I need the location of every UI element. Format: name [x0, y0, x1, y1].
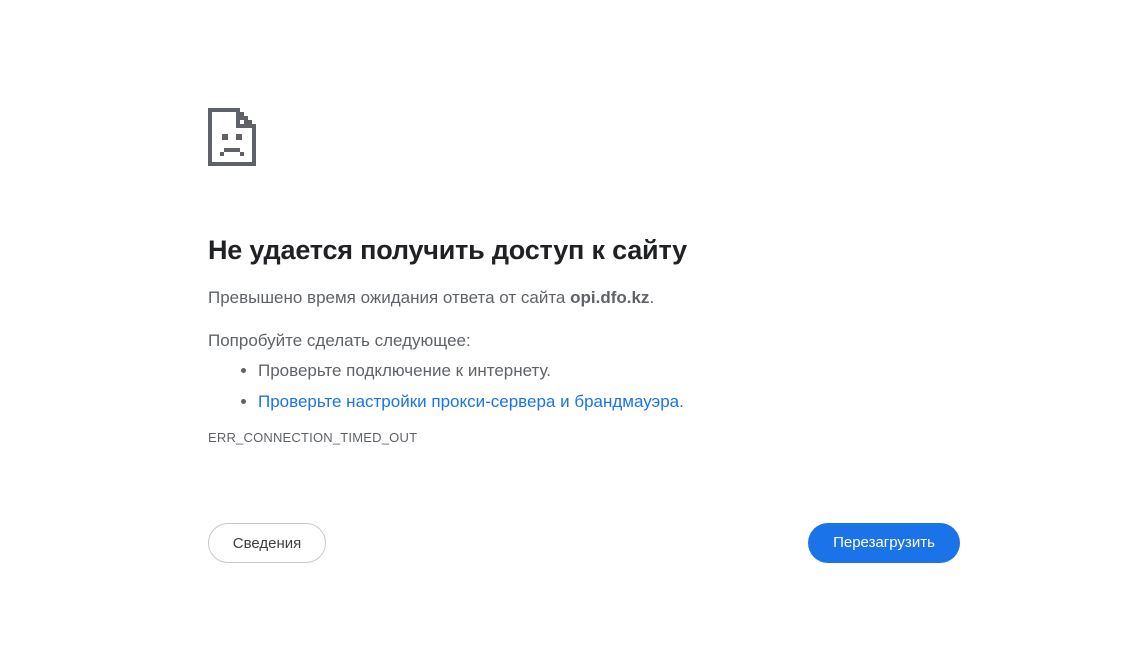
sad-page-icon [208, 108, 256, 166]
error-title: Не удается получить доступ к сайту [208, 235, 687, 265]
button-row: Сведения Перезагрузить [208, 523, 960, 567]
host-name: opi.dfo.kz [570, 288, 650, 307]
suggestions-list: Проверьте подключение к интернету. Прове… [208, 359, 960, 414]
suggestion-item: Проверьте настройки прокси-сервера и бра… [258, 390, 960, 414]
suggestion-text: Проверьте подключение к интернету. [258, 361, 552, 380]
suggestions-heading: Попробуйте сделать следующее: [208, 331, 471, 350]
description-text: Превышено время ожидания ответа от сайта [208, 288, 571, 307]
error-page: Не удается получить доступ к сайту Превы… [208, 108, 960, 567]
suggestion-item: Проверьте подключение к интернету. [258, 359, 960, 383]
error-code: ERR_CONNECTION_TIMED_OUT [208, 430, 418, 445]
proxy-firewall-settings-link[interactable]: Проверьте настройки прокси-сервера и бра… [258, 392, 679, 411]
error-description: Превышено время ожидания ответа от сайта… [208, 286, 960, 310]
link-period: . [679, 392, 684, 411]
description-suffix: . [649, 288, 655, 307]
reload-button[interactable]: Перезагрузить [808, 523, 960, 563]
details-button[interactable]: Сведения [208, 523, 326, 563]
